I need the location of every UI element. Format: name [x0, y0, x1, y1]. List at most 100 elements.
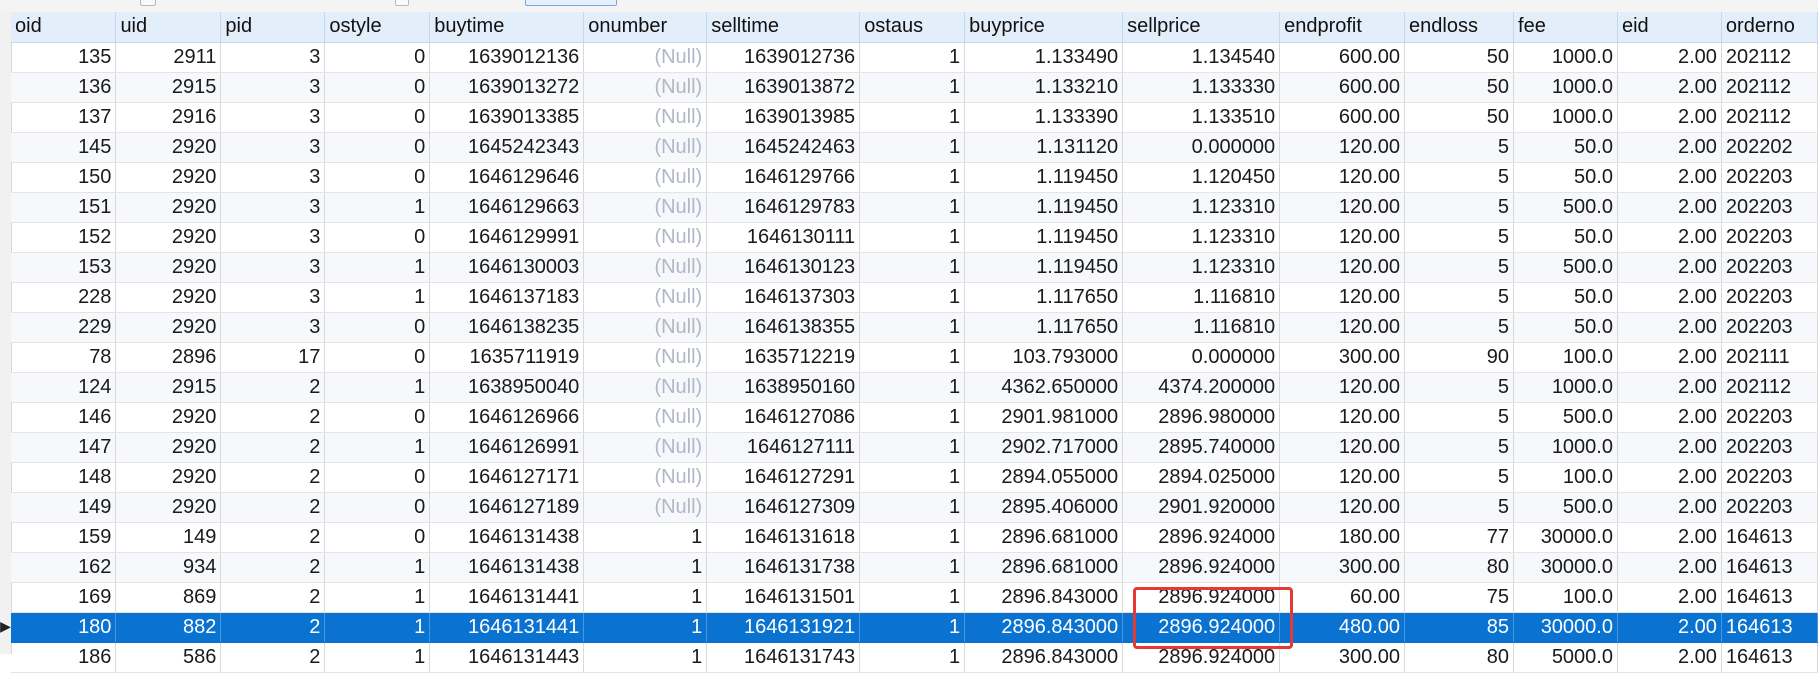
cell-eid[interactable]: 2.00	[1617, 552, 1722, 583]
table-row[interactable]: 229 2920 3 0 1646138235 (Null) 1646138355 1 1.11…	[11, 312, 1818, 343]
cell-eid[interactable]: 2.00	[1617, 492, 1722, 523]
cell-onumber[interactable]: 1	[583, 582, 708, 613]
cell-uid[interactable]: 2915	[115, 372, 222, 403]
toolbar-checkbox-icon[interactable]	[140, 0, 156, 6]
cell-orderno[interactable]: 202203	[1721, 282, 1818, 313]
cell-endloss[interactable]: 50	[1404, 72, 1515, 103]
cell-eid[interactable]: 2.00	[1617, 342, 1722, 373]
column-header-eid[interactable]: eid	[1617, 12, 1722, 43]
cell-orderno[interactable]: 202203	[1721, 312, 1818, 343]
cell-uid[interactable]: 2920	[115, 462, 222, 493]
cell-oid[interactable]: 148	[11, 462, 117, 493]
cell-pid[interactable]: 2	[220, 492, 326, 523]
cell-buyprice[interactable]: 2896.843000	[964, 582, 1124, 613]
cell-onumber[interactable]: (Null)	[583, 72, 708, 103]
column-header-pid[interactable]: pid	[220, 12, 326, 43]
cell-buytime[interactable]: 1646130003	[429, 252, 585, 283]
cell-selltime[interactable]: 1646137303	[706, 282, 861, 313]
cell-selltime[interactable]: 1639013985	[706, 102, 861, 133]
cell-eid[interactable]: 2.00	[1617, 582, 1722, 613]
cell-selltime[interactable]: 1646127111	[706, 432, 861, 463]
cell-eid[interactable]: 2.00	[1617, 432, 1722, 463]
cell-buyprice[interactable]: 2896.681000	[964, 522, 1124, 553]
cell-ostaus[interactable]: 1	[859, 552, 966, 583]
cell-sellprice[interactable]: 1.116810	[1122, 282, 1281, 313]
cell-orderno[interactable]: 202111	[1721, 342, 1818, 373]
cell-endloss[interactable]: 80	[1404, 642, 1515, 673]
table-row[interactable]: 151 2920 3 1 1646129663 (Null) 1646129783 1 1.11…	[11, 192, 1818, 223]
cell-pid[interactable]: 3	[220, 102, 326, 133]
cell-sellprice[interactable]: 1.134540	[1122, 42, 1281, 73]
cell-buytime[interactable]: 1646131438	[429, 522, 585, 553]
table-row[interactable]: 78 2896 17 0 1635711919 (Null) 1635712219 1 103.…	[11, 342, 1818, 373]
table-row[interactable]: 159 149 2 0 1646131438 1 1646131618 1 2896.68100…	[11, 522, 1818, 553]
cell-ostaus[interactable]: 1	[859, 282, 966, 313]
column-header-endprofit[interactable]: endprofit	[1279, 12, 1406, 43]
cell-buytime[interactable]: 1646137183	[429, 282, 585, 313]
cell-ostaus[interactable]: 1	[859, 432, 966, 463]
cell-fee[interactable]: 50.0	[1513, 282, 1618, 313]
cell-buyprice[interactable]: 1.119450	[964, 222, 1124, 253]
cell-pid[interactable]: 2	[220, 402, 326, 433]
cell-onumber[interactable]: (Null)	[583, 462, 708, 493]
cell-eid[interactable]: 2.00	[1617, 42, 1722, 73]
cell-endloss[interactable]: 80	[1404, 552, 1515, 583]
cell-eid[interactable]: 2.00	[1617, 132, 1722, 163]
cell-sellprice[interactable]: 1.133330	[1122, 72, 1281, 103]
cell-pid[interactable]: 2	[220, 462, 326, 493]
cell-buytime[interactable]: 1638950040	[429, 372, 585, 403]
cell-eid[interactable]: 2.00	[1617, 312, 1722, 343]
cell-endprofit[interactable]: 600.00	[1279, 42, 1406, 73]
cell-uid[interactable]: 2920	[115, 402, 222, 433]
cell-ostyle[interactable]: 0	[324, 492, 431, 523]
cell-uid[interactable]: 882	[115, 612, 222, 643]
cell-orderno[interactable]: 202203	[1721, 402, 1818, 433]
cell-ostaus[interactable]: 1	[859, 402, 966, 433]
cell-buytime[interactable]: 1646129663	[429, 192, 585, 223]
cell-pid[interactable]: 3	[220, 72, 326, 103]
cell-fee[interactable]: 500.0	[1513, 252, 1618, 283]
table-row[interactable]: 124 2915 2 1 1638950040 (Null) 1638950160 1 4362…	[11, 372, 1818, 403]
cell-fee[interactable]: 1000.0	[1513, 102, 1618, 133]
column-header-fee[interactable]: fee	[1513, 12, 1618, 43]
cell-buyprice[interactable]: 2896.843000	[964, 612, 1124, 643]
cell-pid[interactable]: 3	[220, 42, 326, 73]
cell-ostaus[interactable]: 1	[859, 492, 966, 523]
cell-orderno[interactable]: 202202	[1721, 132, 1818, 163]
cell-buyprice[interactable]: 2896.681000	[964, 552, 1124, 583]
cell-oid[interactable]: 186	[11, 642, 117, 673]
cell-ostyle[interactable]: 0	[324, 102, 431, 133]
cell-orderno[interactable]: 164613	[1721, 552, 1818, 583]
cell-endloss[interactable]: 85	[1404, 612, 1515, 643]
cell-oid[interactable]: 151	[11, 192, 117, 223]
cell-uid[interactable]: 149	[115, 522, 222, 553]
cell-eid[interactable]: 2.00	[1617, 162, 1722, 193]
cell-oid[interactable]: 135	[11, 42, 117, 73]
cell-selltime[interactable]: 1646131501	[706, 582, 861, 613]
cell-selltime[interactable]: 1646127309	[706, 492, 861, 523]
cell-sellprice[interactable]: 2896.980000	[1122, 402, 1281, 433]
cell-endprofit[interactable]: 600.00	[1279, 72, 1406, 103]
cell-onumber[interactable]: (Null)	[583, 192, 708, 223]
cell-selltime[interactable]: 1646130123	[706, 252, 861, 283]
column-header-sellprice[interactable]: sellprice	[1122, 12, 1281, 43]
cell-oid[interactable]: 149	[11, 492, 117, 523]
cell-ostyle[interactable]: 1	[324, 372, 431, 403]
table-row[interactable]: 149 2920 2 0 1646127189 (Null) 1646127309 1 2895…	[11, 492, 1818, 523]
cell-uid[interactable]: 2920	[115, 162, 222, 193]
cell-buytime[interactable]: 1646127189	[429, 492, 585, 523]
cell-pid[interactable]: 3	[220, 132, 326, 163]
cell-onumber[interactable]: (Null)	[583, 162, 708, 193]
cell-uid[interactable]: 934	[115, 552, 222, 583]
cell-endloss[interactable]: 5	[1404, 432, 1515, 463]
cell-ostyle[interactable]: 0	[324, 522, 431, 553]
cell-oid[interactable]: 229	[11, 312, 117, 343]
cell-orderno[interactable]: 164613	[1721, 612, 1818, 643]
table-row[interactable]: 135 2911 3 0 1639012136 (Null) 1639012736 1 1.13…	[11, 42, 1818, 73]
cell-oid[interactable]: 169	[11, 582, 117, 613]
cell-buyprice[interactable]: 1.133210	[964, 72, 1124, 103]
table-row[interactable]: 147 2920 2 1 1646126991 (Null) 1646127111 1 2902…	[11, 432, 1818, 463]
cell-fee[interactable]: 1000.0	[1513, 432, 1618, 463]
cell-onumber[interactable]: (Null)	[583, 402, 708, 433]
cell-buyprice[interactable]: 2902.717000	[964, 432, 1124, 463]
